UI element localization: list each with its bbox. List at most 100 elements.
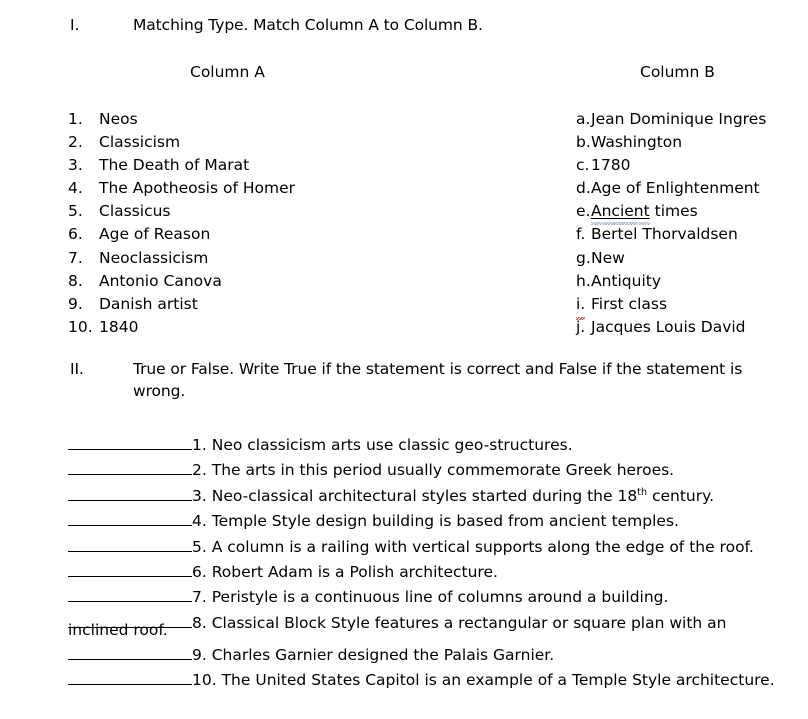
true-false-list-tail: 9. Charles Garnier designed the Palais G… xyxy=(68,642,798,693)
item-number: 8. xyxy=(192,613,207,632)
item-text: 7. Peristyle is a continuous line of col… xyxy=(192,586,798,609)
item-marker: c. xyxy=(576,156,590,175)
item-text: 8. Classical Block Style features a rect… xyxy=(192,612,798,635)
item-statement: The United States Capitol is an example … xyxy=(221,671,775,690)
section-heading-2: II. True or False. Write True if the sta… xyxy=(70,358,770,402)
item-marker: 10. xyxy=(68,317,93,336)
item-marker: 2. xyxy=(68,133,83,152)
item-number: 4. xyxy=(192,512,207,531)
list-item: 3. Neo-classical architectural styles st… xyxy=(68,483,798,508)
item-text: Antonio Canova xyxy=(99,271,222,290)
item-text-rest: times xyxy=(649,202,698,221)
worksheet-page: I. Matching Type. Match Column A to Colu… xyxy=(0,0,808,719)
item-marker: i. xyxy=(576,293,591,320)
item-statement: Peristyle is a continuous line of column… xyxy=(211,588,669,607)
item-text: 1. Neo classicism arts use classic geo-s… xyxy=(192,434,798,457)
item-statement: Charles Garnier designed the Palais Garn… xyxy=(211,646,555,664)
list-item: 5. A column is a railing with vertical s… xyxy=(68,534,798,559)
item-text: 3. Neo-classical architectural styles st… xyxy=(192,485,798,508)
section-heading-1: I. Matching Type. Match Column A to Colu… xyxy=(70,14,770,36)
item-statement: Temple Style design building is based fr… xyxy=(211,512,679,531)
answer-blank[interactable] xyxy=(68,559,192,578)
answer-blank[interactable] xyxy=(68,642,192,660)
item-statement: Classical Block Style features a rectang… xyxy=(211,613,727,632)
list-item: i. First class xyxy=(576,293,808,320)
item-marker: 8. xyxy=(68,271,83,290)
item-marker: 6. xyxy=(68,225,83,244)
list-item: 8. Antonio Canova xyxy=(68,270,498,293)
item-text: 9. Charles Garnier designed the Palais G… xyxy=(192,644,798,667)
answer-blank[interactable] xyxy=(68,534,192,552)
list-item: 1. Neos xyxy=(68,108,498,131)
item-text: 2. The arts in this period usually comme… xyxy=(192,459,798,482)
list-item: 10. 1840 xyxy=(68,316,498,339)
ordinal-suffix: th xyxy=(637,486,648,498)
list-item: e. Ancient times xyxy=(576,200,808,223)
item-text: 10. The United States Capitol is an exam… xyxy=(192,669,798,692)
item-text: 6. Robert Adam is a Polish architecture. xyxy=(192,561,798,584)
item-8-continuation: inclined roof. xyxy=(68,621,168,639)
item-marker: 7. xyxy=(68,248,83,267)
list-item: 7. Neoclassicism xyxy=(68,247,498,270)
item-number: 5. xyxy=(192,537,207,556)
item-text: Neoclassicism xyxy=(99,248,209,267)
item-text: First class xyxy=(591,294,668,313)
item-statement: Neo-classical architectural styles start… xyxy=(211,486,638,505)
item-statement: The arts in this period usually commemor… xyxy=(211,461,675,480)
list-item: 9. Charles Garnier designed the Palais G… xyxy=(68,642,798,667)
true-false-list: 1. Neo classicism arts use classic geo-s… xyxy=(68,432,798,635)
item-marker: b. xyxy=(576,133,591,152)
list-item: 2. Classicism xyxy=(68,131,498,154)
item-marker: a. xyxy=(576,110,591,128)
item-text: Classicus xyxy=(99,202,171,221)
item-statement: A column is a railing with vertical supp… xyxy=(211,537,754,556)
answer-blank[interactable] xyxy=(68,432,192,450)
answer-blank[interactable] xyxy=(68,584,192,603)
list-item: 9. Danish artist xyxy=(68,293,498,316)
spellcheck-underlined-word: Ancient xyxy=(591,202,650,221)
list-item: 8. Classical Block Style features a rect… xyxy=(68,610,798,635)
item-number: 3. xyxy=(192,486,207,505)
item-number: 7. xyxy=(192,588,207,607)
list-item: 4. The Apotheosis of Homer xyxy=(68,177,498,200)
section-numeral-2: II. xyxy=(70,360,84,378)
list-item: g. New xyxy=(576,247,808,270)
item-number: 10. xyxy=(192,671,217,690)
list-item: 6. Robert Adam is a Polish architecture. xyxy=(68,559,798,584)
item-marker: 9. xyxy=(68,294,83,313)
column-b-header: Column B xyxy=(640,63,715,81)
column-b-list: a. Jean Dominique Ingres b. Washington c… xyxy=(576,108,808,339)
column-a-header: Column A xyxy=(190,63,265,81)
item-text: Antiquity xyxy=(591,271,662,290)
item-text: Jean Dominique Ingres xyxy=(591,110,767,128)
item-text: 4. Temple Style design building is based… xyxy=(192,510,798,533)
item-marker: e. xyxy=(576,202,591,221)
item-text: Age of Enlightenment xyxy=(591,179,760,198)
item-number: 2. xyxy=(192,461,207,480)
list-item: 6. Age of Reason xyxy=(68,223,498,246)
list-item: 1. Neo classicism arts use classic geo-s… xyxy=(68,432,798,457)
item-text: Bertel Thorvaldsen xyxy=(591,225,738,244)
list-item: 3. The Death of Marat xyxy=(68,154,498,177)
section-numeral-1: I. xyxy=(70,16,80,34)
item-marker: 5. xyxy=(68,202,83,221)
list-item: j. Jacques Louis David xyxy=(576,316,808,339)
item-number: 1. xyxy=(192,436,207,454)
answer-blank[interactable] xyxy=(68,483,192,501)
item-text: 1840 xyxy=(99,317,139,336)
answer-blank[interactable] xyxy=(68,508,192,527)
answer-blank[interactable] xyxy=(68,457,192,476)
list-item: f. Bertel Thorvaldsen xyxy=(576,223,808,246)
list-item: c. 1780 xyxy=(576,154,808,177)
item-marker: 3. xyxy=(68,156,83,175)
list-item: 10. The United States Capitol is an exam… xyxy=(68,667,798,692)
item-text: Washington xyxy=(591,133,683,152)
item-number: 9. xyxy=(192,646,207,664)
item-statement-after: century. xyxy=(647,486,715,505)
list-item: h. Antiquity xyxy=(576,270,808,293)
item-marker: f. xyxy=(576,225,586,244)
list-item: d. Age of Enlightenment xyxy=(576,177,808,200)
answer-blank[interactable] xyxy=(68,667,192,686)
item-text: Danish artist xyxy=(99,294,198,313)
section-instruction-1: Matching Type. Match Column A to Column … xyxy=(133,16,483,34)
